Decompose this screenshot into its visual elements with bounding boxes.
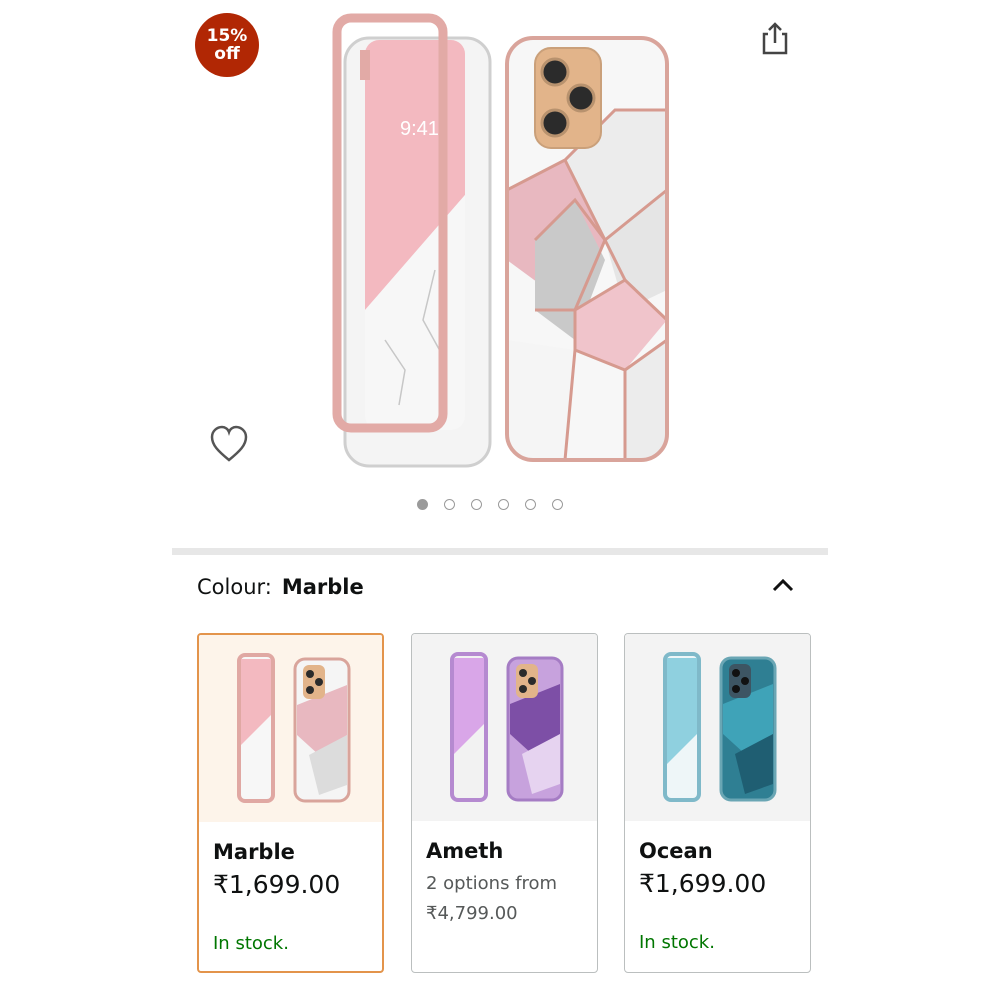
wishlist-button[interactable]: [208, 424, 250, 464]
option-variants-text: 2 options from: [426, 873, 558, 894]
stock-status: In stock.: [213, 933, 289, 954]
share-button[interactable]: [758, 20, 792, 56]
carousel-dots: [417, 499, 563, 515]
option-thumbnail: [412, 634, 597, 821]
colour-option-marble[interactable]: Marble ₹1,699.00 In stock.: [197, 633, 384, 973]
discount-badge: 15% off: [195, 13, 259, 77]
option-name: Marble: [213, 840, 295, 864]
colour-option-ameth[interactable]: Ameth 2 options from ₹4,799.00: [411, 633, 598, 973]
colour-label: Colour:: [197, 575, 272, 599]
collapse-button[interactable]: [770, 574, 796, 596]
chevron-up-icon: [772, 578, 794, 592]
heart-outline-icon: [210, 425, 248, 462]
option-name: Ameth: [426, 839, 504, 863]
share-icon: [762, 22, 788, 55]
option-thumbnail: [199, 635, 382, 822]
colour-option-ocean[interactable]: Ocean ₹1,699.00 In stock.: [624, 633, 811, 973]
option-from-price: ₹4,799.00: [426, 903, 518, 924]
stock-status: In stock.: [639, 932, 715, 953]
option-name: Ocean: [639, 839, 713, 863]
carousel-dot[interactable]: [552, 499, 563, 510]
colour-value: Marble: [281, 575, 364, 599]
option-thumbnail: [625, 634, 810, 821]
carousel-dot[interactable]: [498, 499, 509, 510]
carousel-dot[interactable]: [417, 499, 428, 510]
carousel-dot[interactable]: [444, 499, 455, 510]
colour-selector-header: Colour: Marble: [197, 575, 827, 609]
option-price: ₹1,699.00: [213, 870, 341, 899]
product-image[interactable]: 9:41: [325, 10, 685, 470]
carousel-dot[interactable]: [471, 499, 482, 510]
svg-text:9:41: 9:41: [400, 118, 439, 140]
section-divider: [172, 548, 828, 555]
option-price: ₹1,699.00: [639, 869, 767, 898]
discount-percent: 15%: [206, 26, 248, 46]
discount-off-label: off: [214, 44, 240, 64]
carousel-dot[interactable]: [525, 499, 536, 510]
